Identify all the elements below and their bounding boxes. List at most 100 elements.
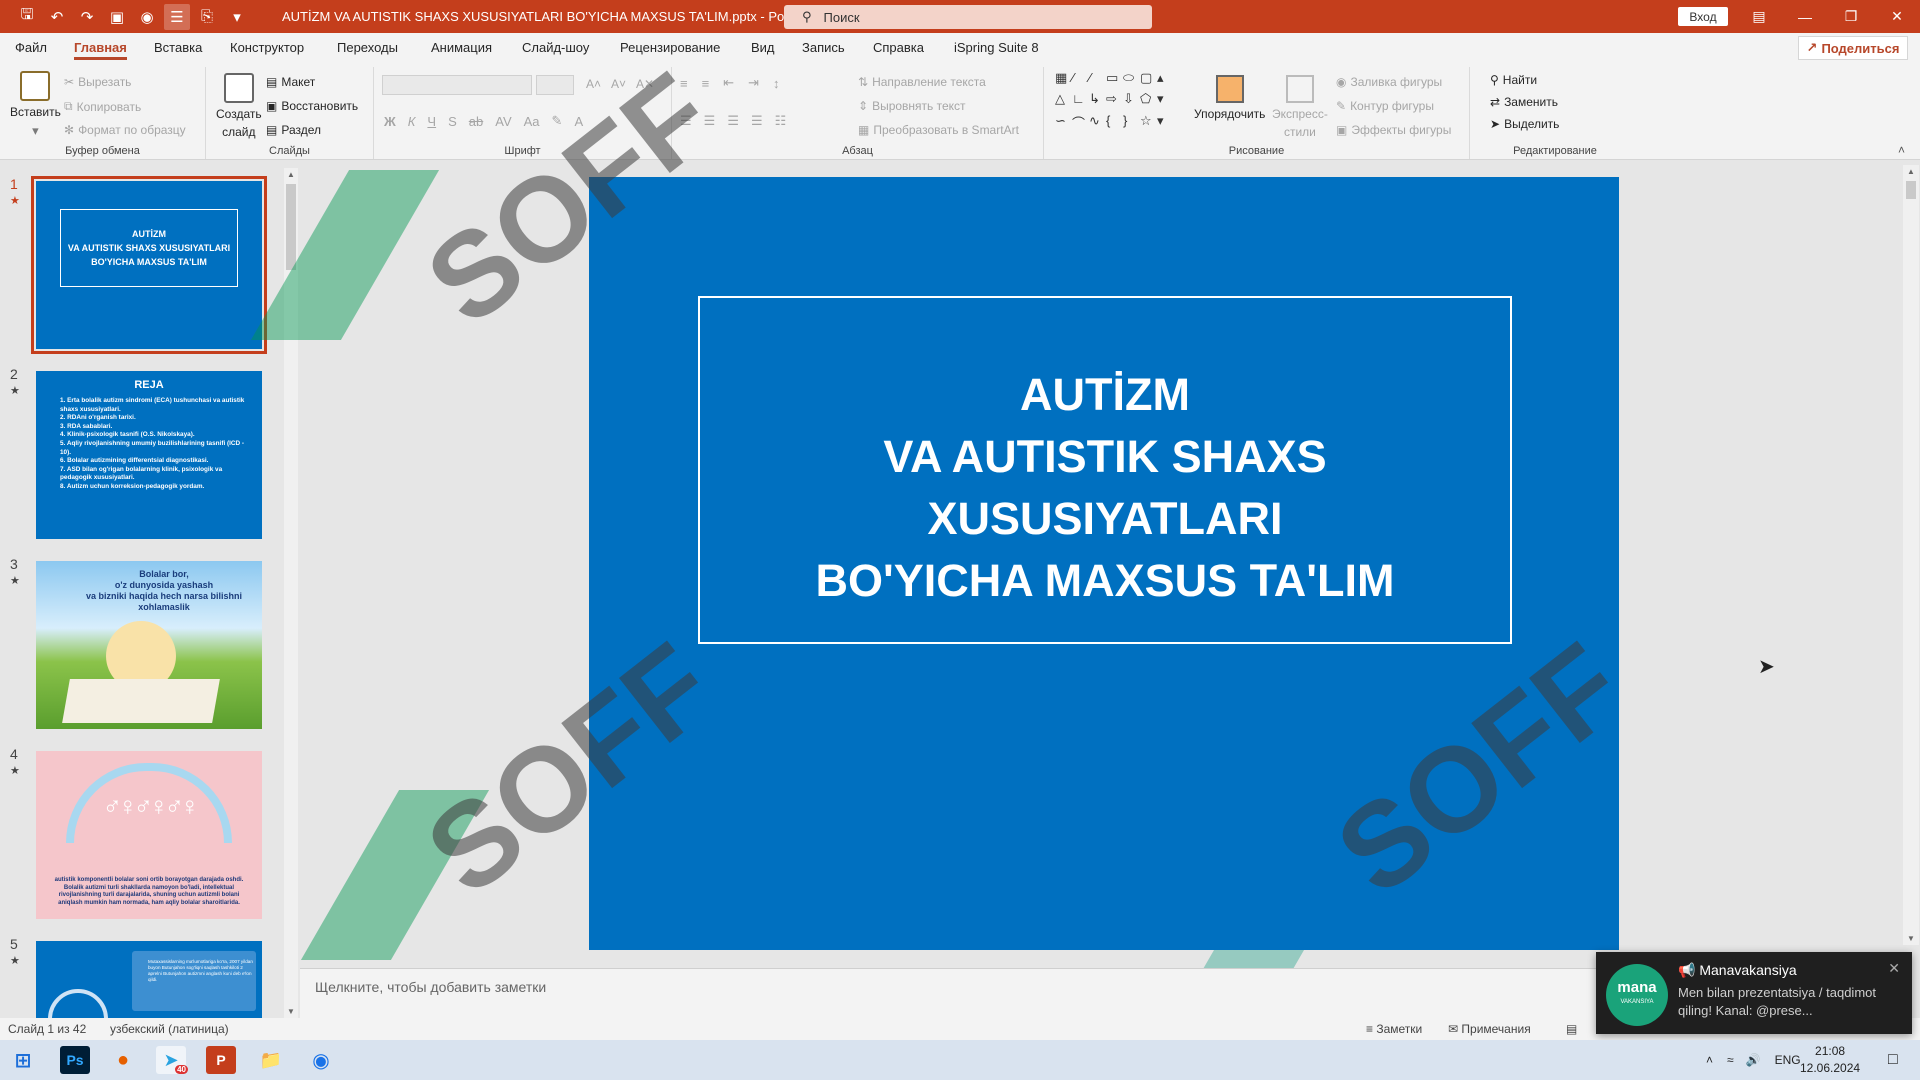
share-button[interactable]: ↗ Поделиться — [1798, 36, 1908, 60]
notes-toggle-button[interactable]: ≡ Заметки — [1366, 1022, 1422, 1036]
tab-view[interactable]: Вид — [751, 33, 775, 63]
highlight-icon[interactable]: ✎ — [552, 113, 563, 129]
undo-icon[interactable]: ↶ — [44, 4, 70, 30]
scroll-up-icon[interactable]: ▲ — [1907, 167, 1915, 176]
touch-mode-icon[interactable]: ⎘ — [194, 4, 220, 30]
format-painter-button[interactable]: ✻ Формат по образцу — [64, 123, 186, 137]
taskbar-clock[interactable]: 21:08 12.06.2024 — [1800, 1043, 1860, 1077]
section-button[interactable]: ▤ Раздел — [266, 123, 321, 137]
rectangle-shape-icon[interactable]: ▭ — [1106, 70, 1123, 88]
arrange-button[interactable]: Упорядочить — [1194, 75, 1265, 121]
normal-view-icon[interactable]: ▤ — [1566, 1022, 1577, 1036]
align-left-icon[interactable]: ☰ — [680, 113, 692, 129]
wifi-icon[interactable]: ≈ — [1727, 1053, 1734, 1067]
align-text-button[interactable]: ⇕ Выровнять текст — [858, 99, 966, 113]
star-shape-icon[interactable]: ☆ — [1140, 113, 1157, 134]
notification-center-icon[interactable]: □ — [1888, 1040, 1898, 1080]
copy-button[interactable]: ⧉ Копировать — [64, 99, 141, 114]
numbering-icon[interactable]: ≡ — [702, 76, 710, 91]
line-spacing-icon[interactable]: ↕ — [773, 76, 780, 91]
align-center-icon[interactable]: ☰ — [704, 113, 716, 129]
font-size-select[interactable] — [536, 75, 574, 95]
rounded-rect-shape-icon[interactable]: ▢ — [1140, 70, 1157, 88]
connector-shape-icon[interactable]: ∟ — [1072, 91, 1089, 109]
new-slide-button[interactable]: Создать слайд — [216, 73, 262, 139]
customize-toolbar-icon[interactable]: ▾ — [224, 4, 250, 30]
login-button[interactable]: Вход — [1678, 7, 1728, 26]
title-placeholder[interactable]: AUTİZM VA AUTISTIK SHAXS XUSUSIYATLARI B… — [698, 296, 1512, 644]
close-icon[interactable]: ✕ — [1888, 960, 1900, 977]
firefox-icon[interactable]: ● — [108, 1046, 138, 1074]
brace-left-icon[interactable]: { — [1106, 113, 1123, 134]
telegram-icon[interactable]: ➤ 40 — [156, 1046, 188, 1074]
thumbnails-scrollbar[interactable]: ▲ ▼ — [284, 168, 298, 1018]
connector-shape-icon[interactable]: ↳ — [1089, 91, 1106, 109]
record-icon[interactable]: ◉ — [134, 4, 160, 30]
brace-right-icon[interactable]: } — [1123, 113, 1140, 134]
triangle-shape-icon[interactable]: △ — [1055, 91, 1072, 109]
gallery-more-icon[interactable]: ▾ — [1157, 113, 1174, 134]
scroll-up-icon[interactable]: ▴ — [1157, 70, 1174, 88]
paste-button[interactable]: Вставить ▾ — [10, 71, 61, 139]
scroll-down-icon[interactable]: ▼ — [1907, 934, 1915, 943]
italic-button[interactable]: К — [408, 114, 416, 129]
restore-icon[interactable]: ❐ — [1828, 0, 1874, 33]
arc-shape-icon[interactable]: ⌒ — [1072, 113, 1089, 134]
slide-title[interactable]: AUTİZM VA AUTISTIK SHAXS XUSUSIYATLARI B… — [700, 364, 1510, 642]
clear-formatting-icon[interactable]: A✕ — [636, 77, 654, 91]
bold-button[interactable]: Ж — [384, 114, 396, 129]
collapse-ribbon-icon[interactable]: ˄ — [1898, 143, 1905, 157]
columns-icon[interactable]: ☷ — [775, 113, 787, 129]
tab-file[interactable]: Файл — [15, 33, 47, 63]
textbox-shape-icon[interactable]: ▦ — [1055, 70, 1072, 88]
scroll-down-icon[interactable]: ▼ — [287, 1007, 295, 1016]
decrease-indent-icon[interactable]: ⇤ — [723, 75, 734, 91]
find-button[interactable]: ⚲ Найти — [1490, 73, 1537, 87]
close-icon[interactable]: ✕ — [1874, 0, 1920, 33]
notification-toast[interactable]: mana VAKANSIYA 📢 Manavakansiya Men bilan… — [1596, 952, 1912, 1034]
font-name-select[interactable] — [382, 75, 532, 95]
ribbon-display-icon[interactable]: ▤ — [1736, 0, 1782, 33]
line-shape-icon[interactable]: ∕ — [1072, 70, 1089, 88]
grow-font-icon[interactable]: A˄ — [586, 77, 601, 91]
underline-button[interactable]: Ч — [427, 114, 436, 129]
font-color-icon[interactable]: A — [574, 114, 583, 129]
quick-styles-button[interactable]: Экспресс- стили — [1272, 75, 1328, 139]
replace-button[interactable]: ⇄ Заменить — [1490, 95, 1558, 109]
smartart-button[interactable]: ▦ Преобразовать в SmartArt — [858, 123, 1019, 137]
slide-thumbnail-4[interactable]: ♂♀♂♀♂♀ autistik komponentli bolalar soni… — [36, 751, 262, 919]
normal-view-icon[interactable]: ☰ — [164, 3, 190, 30]
tab-design[interactable]: Конструктор — [230, 33, 304, 63]
strikethrough-button[interactable]: ab — [469, 114, 483, 129]
chrome-icon[interactable]: ◉ — [306, 1046, 336, 1074]
file-explorer-icon[interactable]: 📁 — [256, 1046, 286, 1074]
comments-button[interactable]: ✉ Примечания — [1448, 1022, 1531, 1036]
save-icon[interactable]: 🖫 — [14, 4, 40, 30]
photoshop-icon[interactable]: Ps — [60, 1046, 90, 1074]
pentagon-shape-icon[interactable]: ⬠ — [1140, 91, 1157, 109]
present-from-start-icon[interactable]: ▣ — [104, 4, 130, 30]
minimize-icon[interactable]: — — [1782, 0, 1828, 33]
slide-canvas[interactable]: AUTİZM VA AUTISTIK SHAXS XUSUSIYATLARI B… — [589, 177, 1619, 950]
slide-thumbnail-3[interactable]: Bolalar bor, o'z dunyosida yashash va bi… — [36, 561, 262, 729]
tab-record[interactable]: Запись — [802, 33, 845, 63]
text-direction-button[interactable]: ⇅ Направление текста — [858, 75, 986, 89]
tab-transitions[interactable]: Переходы — [337, 33, 398, 63]
wave-shape-icon[interactable]: ∿ — [1089, 113, 1106, 134]
oval-shape-icon[interactable]: ⬭ — [1123, 70, 1140, 88]
char-spacing-button[interactable]: AV — [495, 114, 511, 129]
tab-help[interactable]: Справка — [873, 33, 924, 63]
chevron-up-icon[interactable]: ˄ — [1706, 1053, 1713, 1067]
line-shape-icon[interactable]: ∕ — [1089, 70, 1106, 88]
language-indicator[interactable]: ENG — [1775, 1053, 1801, 1067]
tab-insert[interactable]: Вставка — [154, 33, 202, 63]
justify-icon[interactable]: ☰ — [751, 113, 763, 129]
shapes-gallery[interactable]: ▦ ∕ ∕ ▭ ⬭ ▢ ▴ △ ∟ ↳ ⇨ ⇩ ⬠ ▾ ∽ ⌒ ∿ { } ☆ … — [1055, 70, 1173, 134]
slide-thumbnail-1[interactable]: AUTİZM VA AUTISTIK SHAXS XUSUSIYATLARI B… — [31, 176, 267, 354]
shadow-button[interactable]: S — [448, 114, 457, 129]
scrollbar-thumb[interactable] — [1906, 181, 1916, 199]
slide-thumbnail-2[interactable]: REJA 1. Erta bolalik autizm sindromi (EC… — [36, 371, 262, 539]
tab-review[interactable]: Рецензирование — [620, 33, 720, 63]
reset-button[interactable]: ▣ Восстановить — [266, 99, 358, 113]
tab-animations[interactable]: Анимация — [431, 33, 492, 63]
